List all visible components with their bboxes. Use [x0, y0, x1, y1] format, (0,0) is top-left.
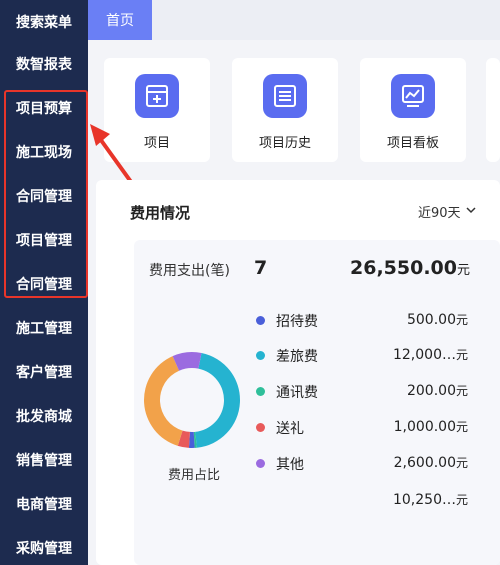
expense-summary-card: 费用支出(笔) 7 26,550.00元 费用占比 招待费 500.00元差旅费 1…: [134, 240, 500, 565]
summary-label: 费用支出(笔): [149, 263, 230, 279]
legend-label: 招待费: [276, 314, 318, 330]
quick-card-project-board[interactable]: 项目看板: [360, 58, 466, 162]
sidebar-item-customer-management[interactable]: 客户管理: [0, 350, 88, 394]
legend-dot-icon: [256, 387, 265, 396]
sidebar-item-search-menu[interactable]: 搜索菜单: [0, 0, 88, 44]
period-select[interactable]: 近90天: [418, 202, 477, 221]
sidebar-item-ecommerce-management[interactable]: 电商管理: [0, 482, 88, 526]
legend-dot-icon: [256, 423, 265, 432]
summary-count: 7: [254, 257, 268, 279]
legend-item: 其他 2,600.00元: [254, 453, 490, 475]
legend-dot-icon: [256, 316, 265, 325]
sidebar-item-wholesale-mall[interactable]: 批发商城: [0, 394, 88, 438]
sidebar-nav: 搜索菜单 数智报表 项目预算 施工现场 合同管理 项目管理 合同管理 施工管理 …: [0, 0, 88, 565]
legend-label: 其他: [276, 457, 304, 473]
donut-slice: [144, 356, 183, 446]
sidebar-item-purchase-management[interactable]: 采购管理: [0, 526, 88, 565]
legend-item: 差旅费 12,000…元: [254, 345, 490, 367]
quick-card-partial[interactable]: [486, 58, 500, 162]
summary-amount: 26,550.00元: [350, 257, 470, 279]
legend-label: 送礼: [276, 421, 304, 437]
panel-title: 费用情况: [130, 204, 191, 222]
sidebar-item-construction-management[interactable]: 施工管理: [0, 306, 88, 350]
quick-card-label: 项目历史: [258, 136, 311, 151]
legend-dot-icon: [256, 459, 265, 468]
annotation-highlight-box: [4, 90, 88, 298]
legend-value: 12,000…元: [392, 347, 468, 363]
quick-card-project-history[interactable]: 项目历史: [232, 58, 338, 162]
list-icon: [263, 74, 307, 118]
legend-item: 通讯费 200.00元: [254, 381, 490, 403]
sidebar-item-reports[interactable]: 数智报表: [0, 42, 88, 86]
legend-dot-icon: [256, 351, 265, 360]
legend-label: 差旅费: [276, 349, 318, 365]
legend-label: 通讯费: [276, 385, 318, 401]
add-window-icon: [135, 74, 179, 118]
total-value: 10,250…元: [392, 492, 468, 508]
legend-value: 2,600.00元: [393, 455, 468, 471]
period-label: 近90天: [418, 206, 461, 221]
chevron-down-icon: [465, 204, 477, 220]
expense-panel: 费用情况 近90天 费用支出(笔) 7 26,550.00元 费用占比 招待费 5…: [96, 180, 500, 565]
total-row: 10,250…元: [254, 490, 490, 512]
chart-label: 费用占比: [167, 468, 220, 483]
legend-value: 1,000.00元: [393, 419, 468, 435]
sidebar-item-sales-management[interactable]: 销售管理: [0, 438, 88, 482]
tab-home[interactable]: 首页: [88, 0, 152, 40]
currency-unit: 元: [456, 263, 470, 278]
donut-slice: [195, 352, 240, 448]
expense-donut-chart: [144, 352, 240, 448]
chart-board-icon: [391, 74, 435, 118]
legend-value: 200.00元: [406, 383, 468, 399]
legend-item: 招待费 500.00元: [254, 310, 490, 332]
quick-card-label: 项目看板: [386, 136, 439, 151]
summary-amount-value: 26,550.00: [350, 257, 457, 279]
legend-item: 送礼 1,000.00元: [254, 417, 490, 439]
legend-value: 500.00元: [406, 312, 468, 328]
